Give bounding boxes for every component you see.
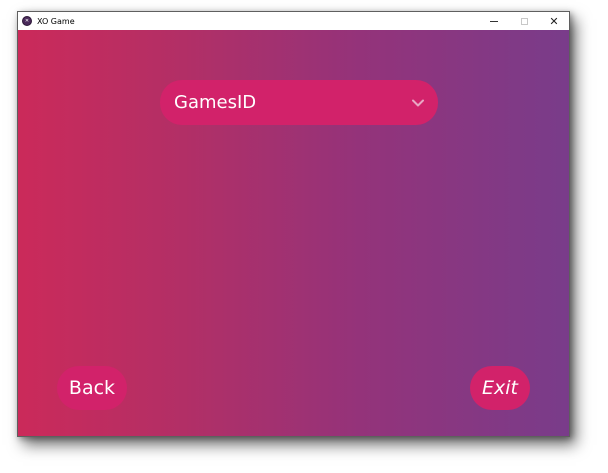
close-button[interactable]: ✕ bbox=[539, 12, 569, 30]
close-icon: ✕ bbox=[549, 14, 559, 28]
maximize-button[interactable] bbox=[509, 12, 539, 30]
screenshot: ✕ XO Game ✕ GamesID Back Exit bbox=[0, 0, 608, 473]
minimize-icon bbox=[490, 20, 498, 22]
xo-game-icon: ✕ bbox=[22, 16, 32, 26]
back-button[interactable]: Back bbox=[57, 366, 127, 410]
exit-button[interactable]: Exit bbox=[470, 366, 530, 410]
exit-button-label: Exit bbox=[482, 377, 518, 399]
title-bar: ✕ XO Game ✕ bbox=[18, 12, 569, 30]
game-screen: GamesID Back Exit bbox=[18, 30, 569, 436]
minimize-button[interactable] bbox=[479, 12, 509, 30]
window-title: XO Game bbox=[37, 16, 75, 26]
chevron-down-icon bbox=[412, 99, 424, 106]
maximize-icon bbox=[520, 17, 528, 25]
games-id-selected: GamesID bbox=[174, 92, 257, 113]
back-button-label: Back bbox=[68, 377, 116, 399]
games-id-dropdown[interactable]: GamesID bbox=[160, 80, 438, 125]
app-window: ✕ XO Game ✕ GamesID Back Exit bbox=[17, 11, 570, 437]
window-controls: ✕ bbox=[479, 12, 569, 30]
